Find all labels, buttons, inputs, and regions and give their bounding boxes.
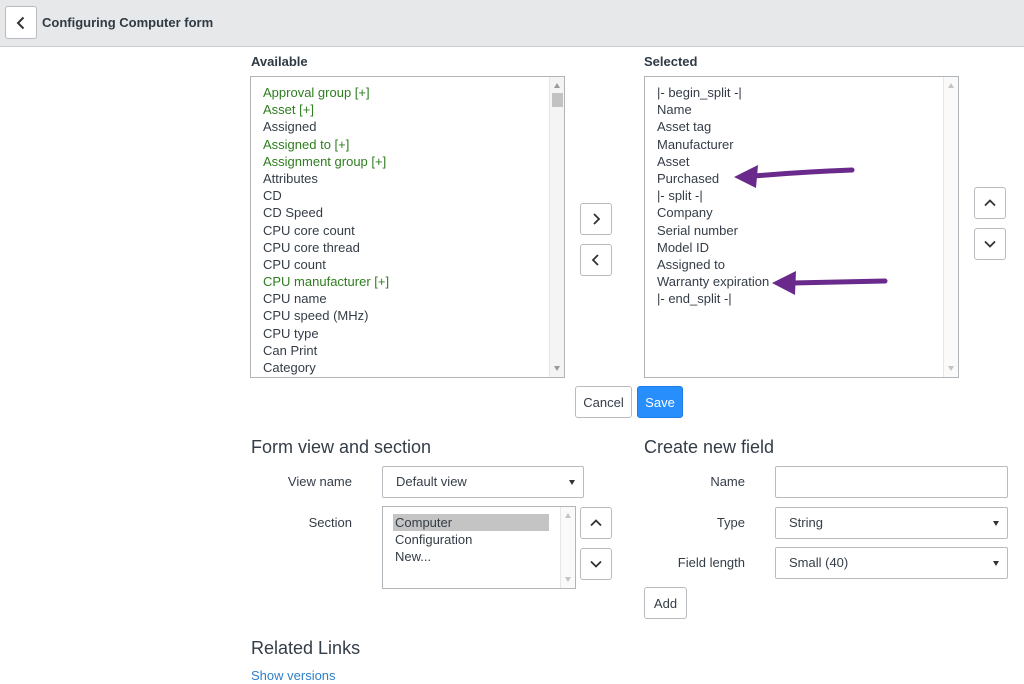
move-down-button[interactable] xyxy=(974,228,1006,260)
section-move-up-button[interactable] xyxy=(580,507,612,539)
chevron-down-icon xyxy=(984,240,996,248)
section-item[interactable]: Computer xyxy=(393,514,549,532)
chevron-down-icon xyxy=(590,560,602,568)
selected-item[interactable]: Serial number xyxy=(657,222,958,239)
page-title: Configuring Computer form xyxy=(42,15,214,30)
new-field-type-select[interactable]: String xyxy=(775,507,1008,539)
available-item[interactable]: Can Print xyxy=(263,342,564,359)
chevron-right-icon xyxy=(593,213,601,225)
new-field-name-label: Name xyxy=(710,474,745,489)
form-view-title: Form view and section xyxy=(251,437,432,457)
available-item[interactable]: Approval group [+] xyxy=(263,84,564,101)
available-scrollbar[interactable] xyxy=(549,77,564,377)
chevron-up-icon xyxy=(984,199,996,207)
available-label: Available xyxy=(251,54,308,69)
new-field-type-label: Type xyxy=(716,515,745,530)
field-length-value: Small (40) xyxy=(789,555,849,570)
selected-item[interactable]: |- begin_split -| xyxy=(657,84,958,101)
caret-down-icon xyxy=(993,521,999,526)
available-item[interactable]: CPU speed (MHz) xyxy=(263,307,564,324)
move-up-button[interactable] xyxy=(974,187,1006,219)
section-label: Section xyxy=(308,515,352,530)
caret-down-icon xyxy=(993,561,999,566)
section-item[interactable]: New... xyxy=(393,548,549,565)
field-length-select[interactable]: Small (40) xyxy=(775,547,1008,579)
selected-item[interactable]: Name xyxy=(657,101,958,118)
chevron-left-icon xyxy=(591,254,599,266)
available-item[interactable]: CPU core thread xyxy=(263,239,564,256)
available-item[interactable]: CPU type xyxy=(263,325,564,342)
show-versions-link[interactable]: Show versions xyxy=(251,668,336,683)
caret-down-icon xyxy=(569,480,575,485)
available-item[interactable]: Assignment group [+] xyxy=(263,153,564,170)
view-name-label: View name xyxy=(287,474,352,489)
selected-scrollbar[interactable] xyxy=(943,77,958,377)
field-length-label: Field length xyxy=(677,555,745,570)
selected-item[interactable]: Model ID xyxy=(657,239,958,256)
available-item[interactable]: CPU manufacturer [+] xyxy=(263,273,564,290)
available-item[interactable]: CPU core count xyxy=(263,222,564,239)
chevron-up-icon xyxy=(590,519,602,527)
save-button[interactable]: Save xyxy=(637,386,683,418)
selected-item[interactable]: Manufacturer xyxy=(657,136,958,153)
available-item[interactable]: CPU name xyxy=(263,290,564,307)
annotation-arrow-warranty xyxy=(772,271,888,295)
cancel-button[interactable]: Cancel xyxy=(575,386,632,418)
remove-from-selected-button[interactable] xyxy=(580,244,612,276)
view-name-select[interactable]: Default view xyxy=(382,466,584,498)
available-item[interactable]: Assigned to [+] xyxy=(263,136,564,153)
available-item[interactable]: Attributes xyxy=(263,170,564,187)
available-item[interactable]: Asset [+] xyxy=(263,101,564,118)
section-scrollbar[interactable] xyxy=(560,507,575,588)
available-item[interactable]: CPU count xyxy=(263,256,564,273)
add-field-button[interactable]: Add xyxy=(644,587,687,619)
available-list[interactable]: Approval group [+] Asset [+] Assigned Assig… xyxy=(250,76,565,378)
selected-item[interactable]: Company xyxy=(657,204,958,221)
section-list[interactable]: Computer Configuration New... xyxy=(382,506,576,589)
selected-list[interactable]: |- begin_split -| Name Asset tag Manufactur… xyxy=(644,76,959,378)
header-bar: Configuring Computer form xyxy=(0,0,1024,47)
chevron-left-icon xyxy=(16,16,25,29)
section-item[interactable]: Configuration xyxy=(393,531,549,548)
available-item[interactable]: CD xyxy=(263,187,564,204)
selected-item[interactable]: Asset tag xyxy=(657,118,958,135)
available-item[interactable]: Category xyxy=(263,359,564,376)
available-item[interactable]: CD Speed xyxy=(263,204,564,221)
section-move-down-button[interactable] xyxy=(580,548,612,580)
annotation-arrow-purchased xyxy=(734,165,855,188)
back-button[interactable] xyxy=(5,6,37,39)
selected-label: Selected xyxy=(644,54,698,69)
view-name-value: Default view xyxy=(396,474,467,489)
related-links-title: Related Links xyxy=(251,638,361,658)
new-field-name-input[interactable] xyxy=(775,466,1008,498)
add-to-selected-button[interactable] xyxy=(580,203,612,235)
new-field-type-value: String xyxy=(789,515,823,530)
create-field-title: Create new field xyxy=(644,437,775,457)
available-item[interactable]: Assigned xyxy=(263,118,564,135)
